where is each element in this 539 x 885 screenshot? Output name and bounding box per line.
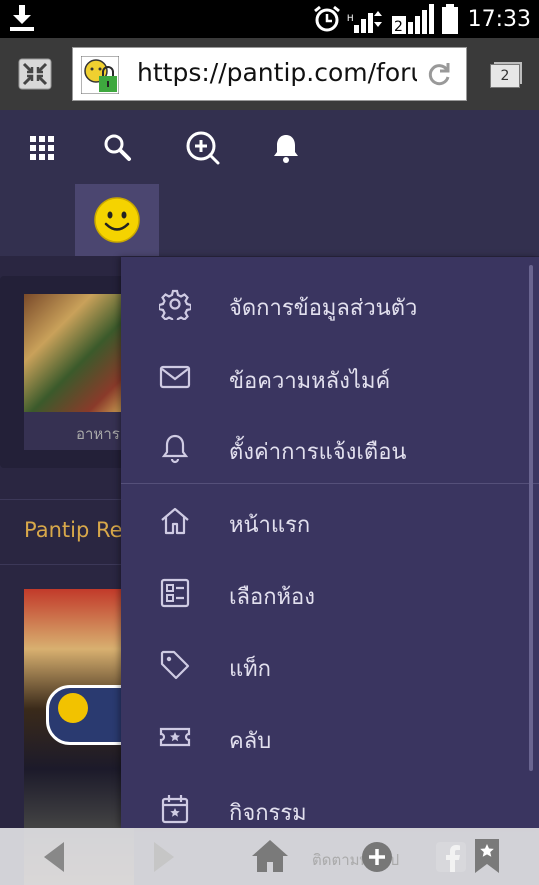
category-caption: อาหาร bbox=[24, 412, 134, 450]
bookmark-star-icon[interactable] bbox=[474, 838, 500, 874]
reload-icon[interactable] bbox=[426, 61, 452, 87]
browser-bottom-toolbar: ติดตามพันทิป bbox=[0, 828, 539, 885]
menu-scrollbar[interactable] bbox=[529, 265, 533, 771]
menu-item-label: ตั้งค่าการแจ้งเตือน bbox=[229, 440, 407, 465]
room-list-icon bbox=[160, 578, 190, 608]
status-bar: H 2 17:33 bbox=[0, 0, 539, 38]
calendar-star-icon bbox=[161, 795, 189, 824]
menu-divider bbox=[121, 483, 539, 484]
divider bbox=[0, 499, 130, 500]
clock-time: 17:33 bbox=[467, 6, 531, 32]
battery-icon bbox=[441, 4, 458, 34]
signal-1-icon bbox=[353, 11, 382, 33]
ticket-star-icon bbox=[159, 727, 191, 747]
menu-item-label: เลือกห้อง bbox=[229, 585, 315, 610]
notification-bell-icon[interactable] bbox=[270, 132, 302, 164]
home-icon bbox=[161, 507, 189, 535]
tag-icon bbox=[160, 650, 190, 680]
site-header bbox=[0, 110, 539, 256]
alarm-icon bbox=[313, 5, 340, 32]
menu-item-home[interactable]: หน้าแรก bbox=[121, 485, 539, 557]
divider bbox=[0, 564, 130, 565]
signal-2-icon: 2 bbox=[391, 4, 434, 34]
smiley-icon bbox=[58, 693, 88, 723]
tab-switcher-button[interactable]: 2 bbox=[490, 64, 520, 88]
menu-item-label: แท็ก bbox=[229, 657, 272, 682]
back-arrow-icon[interactable] bbox=[40, 840, 68, 874]
menu-item-notification-settings[interactable]: ตั้งค่าการแจ้งเตือน bbox=[121, 412, 539, 484]
network-type: H bbox=[346, 14, 354, 24]
search-icon[interactable] bbox=[102, 132, 134, 164]
menu-item-clubs[interactable]: คลับ bbox=[121, 701, 539, 773]
svg-text:2: 2 bbox=[394, 19, 403, 34]
menu-item-profile-settings[interactable]: จัดการข้อมูลส่วนตัว bbox=[121, 268, 539, 340]
browser-toolbar: https://pantip.com/forum 2 bbox=[0, 38, 539, 110]
menu-item-activities[interactable]: กิจกรรม bbox=[121, 773, 539, 828]
user-avatar-button[interactable] bbox=[75, 184, 159, 256]
menu-item-label: หน้าแรก bbox=[229, 513, 311, 538]
category-card[interactable]: อาหาร bbox=[0, 276, 134, 468]
user-dropdown-menu: จัดการข้อมูลส่วนตัว ข้อความหลังไมค์ ตั้ง… bbox=[121, 257, 539, 828]
home-icon[interactable] bbox=[250, 838, 290, 874]
address-bar[interactable]: https://pantip.com/forum bbox=[72, 47, 467, 101]
menu-item-private-messages[interactable]: ข้อความหลังไมค์ bbox=[121, 341, 539, 413]
gear-icon bbox=[159, 289, 191, 320]
add-icon[interactable] bbox=[360, 840, 394, 874]
menu-item-choose-room[interactable]: เลือกห้อง bbox=[121, 557, 539, 629]
menu-item-label: คลับ bbox=[229, 729, 272, 754]
download-icon bbox=[10, 5, 34, 31]
forward-arrow-icon[interactable] bbox=[150, 840, 178, 874]
category-image bbox=[24, 294, 134, 412]
menu-item-label: ข้อความหลังไมค์ bbox=[229, 369, 391, 394]
facebook-icon[interactable] bbox=[436, 842, 466, 872]
url-text[interactable]: https://pantip.com/forum bbox=[137, 58, 417, 87]
site-lock-icon[interactable] bbox=[81, 56, 119, 94]
menu-item-label: จัดการข้อมูลส่วนตัว bbox=[229, 296, 418, 321]
bell-icon bbox=[161, 434, 189, 464]
menu-item-tags[interactable]: แท็ก bbox=[121, 629, 539, 701]
mail-icon bbox=[159, 365, 191, 389]
apps-grid-icon[interactable] bbox=[26, 132, 58, 164]
exit-fullscreen-icon[interactable] bbox=[18, 58, 52, 90]
zoom-in-icon[interactable] bbox=[185, 130, 221, 166]
menu-item-label: กิจกรรม bbox=[229, 801, 307, 826]
smiley-avatar-icon bbox=[94, 197, 140, 243]
